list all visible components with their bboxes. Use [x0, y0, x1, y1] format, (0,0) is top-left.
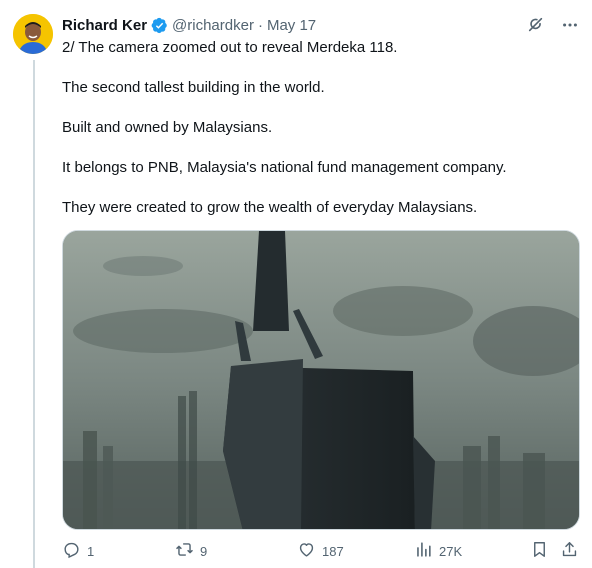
tweet-header: Richard Ker @richardker · May 17 — [62, 14, 580, 36]
like-count: 187 — [322, 543, 344, 559]
more-icon[interactable] — [560, 15, 580, 35]
views-icon — [414, 540, 433, 562]
avatar-image — [13, 14, 53, 54]
views-button[interactable]: 27K — [414, 540, 462, 562]
tweet-paragraph: The second tallest building in the world… — [62, 79, 325, 96]
repost-button[interactable]: 9 — [175, 540, 207, 562]
avatar[interactable] — [13, 14, 53, 54]
tweet-date[interactable]: May 17 — [267, 17, 316, 34]
grok-icon[interactable] — [526, 15, 546, 35]
tweet-media[interactable] — [62, 230, 580, 530]
author-name[interactable]: Richard Ker — [62, 17, 147, 34]
bookmark-icon — [530, 540, 549, 562]
views-count: 27K — [439, 543, 463, 559]
thread-line — [33, 60, 35, 568]
share-icon — [560, 540, 579, 562]
tweet-text: 2/ The camera zoomed out to reveal Merde… — [62, 38, 582, 238]
like-icon — [297, 540, 316, 562]
reply-icon — [62, 540, 81, 562]
reply-count: 1 — [87, 543, 95, 559]
share-button[interactable] — [560, 540, 579, 562]
separator-dot: · — [257, 16, 263, 34]
tweet-paragraph: 2/ The camera zoomed out to reveal Merde… — [62, 39, 398, 56]
skyscraper-photo — [63, 231, 579, 529]
tweet-paragraph: They were created to grow the wealth of … — [62, 199, 478, 216]
verified-badge-icon — [151, 17, 168, 34]
repost-count: 9 — [200, 543, 208, 559]
action-bar: 1 9 187 27K — [62, 540, 582, 562]
reply-button[interactable]: 1 — [62, 540, 94, 562]
author-handle[interactable]: @richardker — [172, 17, 254, 34]
bookmark-button[interactable] — [530, 540, 549, 562]
like-button[interactable]: 187 — [297, 540, 344, 562]
tweet-paragraph: Built and owned by Malaysians. — [62, 119, 273, 136]
repost-icon — [175, 540, 194, 562]
tweet-paragraph: It belongs to PNB, Malaysia's national f… — [62, 159, 507, 176]
